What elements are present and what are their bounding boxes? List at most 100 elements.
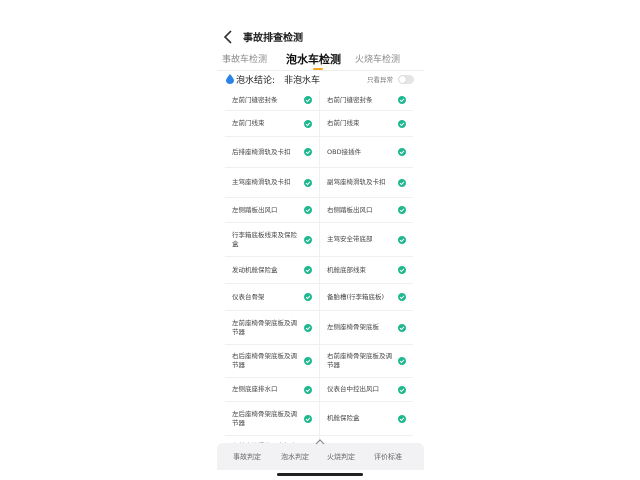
check-item[interactable]: 左前门线束 — [225, 111, 319, 136]
check-item[interactable]: 右侧踏板出风口 — [319, 198, 413, 222]
check-item[interactable]: 右后座椅骨架底板及调节器 — [225, 345, 319, 377]
check-item-label: 主驾安全带底部 — [327, 235, 373, 243]
check-item-label: 左后座椅骨架底板及调节器 — [232, 409, 297, 427]
check-item[interactable]: OBD接插件 — [319, 137, 413, 167]
check-item-label: 备胎槽(行李箱底板) — [327, 292, 385, 301]
table-row: 后排座椅滑轨及卡扣 OBD接插件 — [225, 137, 413, 168]
check-circle-icon — [304, 385, 312, 394]
check-item-label: 仪表台骨架 — [232, 292, 265, 301]
chevron-left-icon — [223, 30, 232, 44]
check-item-label: 左侧座椅骨架底板 — [327, 323, 379, 331]
check-item-label: 左前座椅骨架底板及调节器 — [232, 318, 297, 336]
table-row: 左后座椅骨架底板及调节器 机舱保险盒 — [225, 402, 413, 436]
check-item-label: 机舱底部线束 — [327, 265, 366, 274]
check-item[interactable]: 备胎槽(行李箱底板) — [319, 284, 413, 310]
check-item[interactable]: 左侧底座排水口 — [225, 378, 319, 401]
check-item-label: OBD接插件 — [327, 147, 362, 156]
table-row: 仪表台骨架 备胎槽(行李箱底板) — [225, 284, 413, 311]
tab-accident-check[interactable]: 事故车检测 — [222, 52, 267, 65]
table-row: 左前座椅骨架底板及调节器 左侧座椅骨架底板 — [225, 311, 413, 345]
check-circle-icon — [398, 266, 406, 274]
nav-fire-judgement[interactable]: 火烧判定 — [327, 452, 355, 462]
table-row: 行李箱底板线束及保险盒 主驾安全带底部 — [225, 223, 413, 257]
check-item[interactable]: 左后座椅骨架底板及调节器 — [225, 402, 319, 435]
check-circle-icon — [304, 96, 312, 104]
check-circle-icon — [398, 385, 406, 394]
back-button[interactable] — [219, 27, 239, 47]
check-item-label: 右后座椅骨架底板及调节器 — [232, 352, 297, 369]
divider — [217, 70, 424, 71]
check-circle-icon — [398, 148, 406, 156]
check-item-label: 左侧踏板出风口 — [232, 205, 278, 214]
check-item[interactable]: 左侧踏板出风口 — [225, 198, 319, 222]
check-item-label: 右侧踏板出风口 — [327, 205, 373, 214]
check-circle-icon — [398, 235, 406, 244]
check-circle-icon — [398, 293, 406, 301]
chevron-up-icon[interactable] — [314, 437, 326, 445]
check-circle-icon — [304, 178, 312, 187]
check-item[interactable]: 左前座椅骨架底板及调节器 — [225, 311, 319, 344]
water-drop-icon — [226, 74, 234, 84]
check-circle-icon — [304, 206, 312, 214]
abnormal-only-toggle[interactable] — [398, 75, 414, 84]
check-item[interactable]: 后排座椅滑轨及卡扣 — [225, 137, 319, 167]
check-item[interactable]: 右前门缝密封条 — [319, 90, 413, 110]
tab-bar: 事故车检测 泡水车检测 火烧车检测 — [217, 52, 424, 70]
check-item[interactable]: 发动机舱保险盒 — [225, 257, 319, 283]
check-circle-icon — [304, 414, 312, 423]
check-item[interactable]: 右前座椅骨架底板及调节器 — [319, 345, 413, 377]
nav-evaluation-standard[interactable]: 评价标准 — [374, 452, 402, 462]
check-item-label: 右前门线束 — [327, 119, 360, 127]
check-circle-icon — [304, 293, 312, 301]
check-item[interactable]: 行李箱底板线束及保险盒 — [225, 223, 319, 256]
check-item-label: 行李箱底板线束及保险盒 — [232, 230, 297, 248]
tab-fire-check[interactable]: 火烧车检测 — [355, 52, 400, 65]
table-row: 左侧底座排水口 仪表台中控出风口 — [225, 378, 413, 402]
check-item-grid: 左前门缝密封条 右前门缝密封条左前门线束 右前门线束后排座椅滑轨及卡扣 OBD接插件主… — [225, 90, 413, 455]
conclusion-label: 泡水结论: — [236, 76, 276, 86]
check-item-label: 仪表台中控出风口 — [327, 385, 379, 393]
check-item-label: 右前座椅骨架底板及调节器 — [327, 352, 392, 369]
check-item[interactable]: 主驾座椅滑轨及卡扣 — [225, 168, 319, 197]
check-item-label: 左前门线束 — [232, 119, 265, 127]
check-item-label: 后排座椅滑轨及卡扣 — [232, 147, 291, 156]
table-row: 左侧踏板出风口 右侧踏板出风口 — [225, 198, 413, 223]
nav-accident-judgement[interactable]: 事故判定 — [233, 452, 261, 462]
check-item-label: 主驾座椅滑轨及卡扣 — [232, 178, 291, 186]
check-circle-icon — [304, 266, 312, 274]
check-circle-icon — [398, 96, 406, 104]
check-circle-icon — [304, 235, 312, 244]
nav-flood-judgement[interactable]: 泡水判定 — [281, 452, 309, 462]
tab-flood-check[interactable]: 泡水车检测 — [286, 51, 341, 67]
page-title: 事故排查检测 — [243, 33, 303, 44]
toggle-knob — [399, 76, 406, 83]
check-item-label: 发动机舱保险盒 — [232, 265, 278, 274]
check-circle-icon — [304, 119, 312, 128]
conclusion-value: 非泡水车 — [284, 76, 321, 86]
check-item-label: 左前门缝密封条 — [232, 95, 278, 104]
check-circle-icon — [398, 414, 406, 423]
top-bar: 事故排查检测 — [217, 26, 424, 50]
check-item[interactable]: 右前门线束 — [319, 111, 413, 136]
check-circle-icon — [304, 357, 312, 365]
table-row: 左前门线束 右前门线束 — [225, 111, 413, 137]
check-item-label: 副驾座椅滑轨及卡扣 — [327, 178, 386, 186]
abnormal-only-label: 只看异常 — [367, 76, 393, 84]
check-item[interactable]: 仪表台中控出风口 — [319, 378, 413, 401]
check-item[interactable]: 主驾安全带底部 — [319, 223, 413, 256]
table-row: 右后座椅骨架底板及调节器 右前座椅骨架底板及调节器 — [225, 345, 413, 378]
check-item[interactable]: 副驾座椅滑轨及卡扣 — [319, 168, 413, 197]
check-item[interactable]: 机舱底部线束 — [319, 257, 413, 283]
check-circle-icon — [398, 357, 406, 365]
table-row: 发动机舱保险盒 机舱底部线束 — [225, 257, 413, 284]
check-item[interactable]: 左前门缝密封条 — [225, 90, 319, 110]
check-circle-icon — [398, 178, 406, 187]
check-item[interactable]: 机舱保险盒 — [319, 402, 413, 435]
check-item-label: 机舱保险盒 — [327, 414, 360, 422]
check-item[interactable]: 左侧座椅骨架底板 — [319, 311, 413, 344]
check-circle-icon — [398, 206, 406, 214]
check-item-label: 右前门缝密封条 — [327, 95, 373, 104]
check-circle-icon — [304, 323, 312, 332]
check-item[interactable]: 仪表台骨架 — [225, 284, 319, 310]
phone-screen: 事故排查检测 事故车检测 泡水车检测 火烧车检测 泡水结论: 非泡水车 只看异常… — [217, 18, 424, 478]
